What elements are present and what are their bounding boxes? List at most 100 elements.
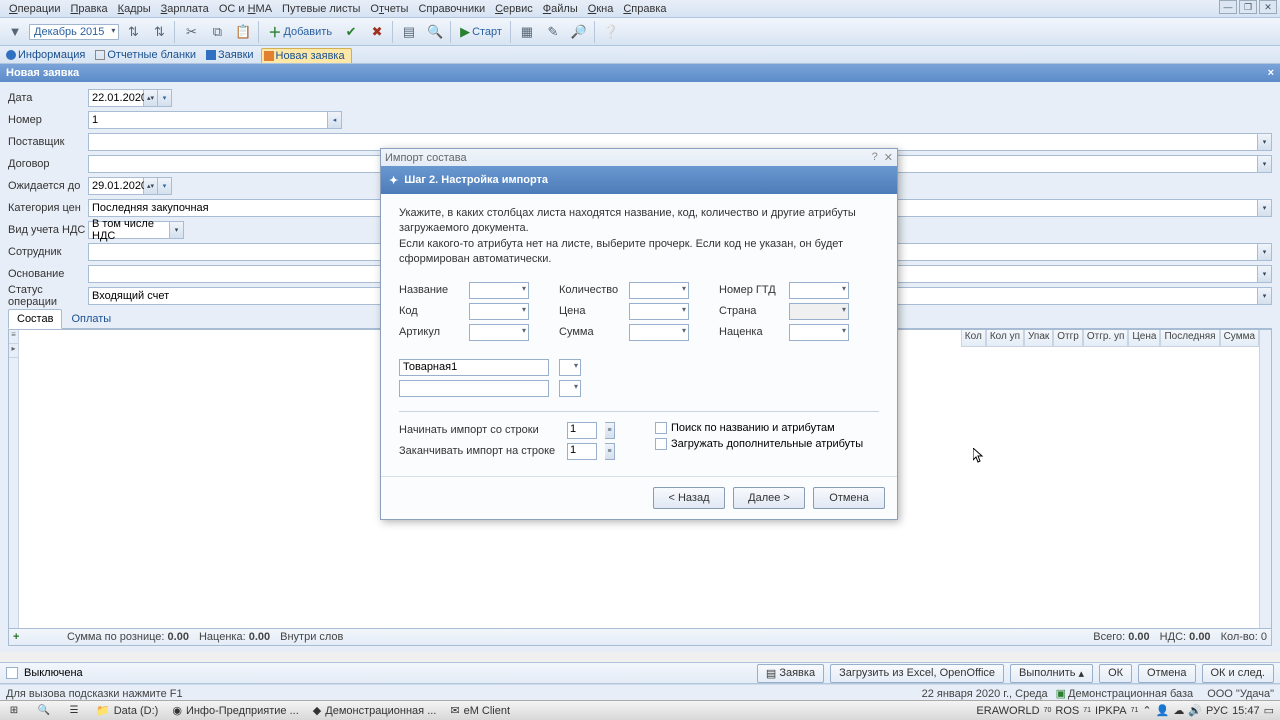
end-row-spinner[interactable]: ≡ [605, 443, 615, 460]
next-button[interactable]: Далее > [733, 487, 805, 509]
menu-waybills[interactable]: Путевые листы [277, 2, 365, 16]
expected-spinner[interactable]: ▴▾ [144, 177, 158, 195]
menu-salary[interactable]: Зарплата [156, 2, 214, 16]
menu-help[interactable]: Справка [618, 2, 671, 16]
tab-requests[interactable]: Заявки [203, 47, 261, 63]
confirm-icon[interactable]: ✔ [339, 20, 363, 44]
menu-reports[interactable]: Отчеты [365, 2, 413, 16]
date-spinner[interactable]: ▴▾ [144, 89, 158, 107]
start-button[interactable]: ⊞ [0, 702, 28, 720]
start-row-input[interactable]: 1 [567, 422, 597, 439]
cancel-icon[interactable]: ✖ [365, 20, 389, 44]
grid-scrollbar[interactable] [1259, 330, 1271, 628]
menu-personnel[interactable]: Кадры [113, 2, 156, 16]
extra-attr-input-2[interactable] [399, 380, 549, 397]
number-refresh-icon[interactable]: ◂ [328, 111, 342, 129]
load-excel-button[interactable]: Загрузить из Excel, OpenOffice [830, 664, 1004, 683]
date-input[interactable]: 22.01.2020 [88, 89, 144, 107]
tray-people-icon[interactable]: 👤 [1156, 704, 1170, 717]
tab-new-request[interactable]: Новая заявка [261, 48, 352, 63]
document-close-button[interactable]: × [1268, 67, 1274, 79]
dialog-cancel-button[interactable]: Отмена [813, 487, 885, 509]
extra-attr-input-1[interactable]: Товарная1 [399, 359, 549, 376]
load-extra-checkbox[interactable] [655, 438, 667, 450]
tray-lang[interactable]: РУС [1206, 705, 1228, 717]
vat-dropdown[interactable]: ▾ [170, 221, 184, 239]
month-selector[interactable]: Декабрь 2015 [29, 24, 119, 40]
status-dropdown[interactable]: ▾ [1258, 287, 1272, 305]
help-icon[interactable]: ❔ [599, 20, 623, 44]
dialog-titlebar[interactable]: Импорт состава ?✕ [381, 149, 897, 166]
extra-attr-select-2[interactable] [559, 380, 581, 397]
tray-time[interactable]: 15:47 [1232, 705, 1260, 717]
basis-dropdown[interactable]: ▾ [1258, 265, 1272, 283]
taskview-icon[interactable]: ☰ [60, 702, 88, 720]
ok-button[interactable]: ОК [1099, 664, 1132, 683]
back-button[interactable]: < Назад [653, 487, 725, 509]
expected-input[interactable]: 29.01.2020 [88, 177, 144, 195]
menu-windows[interactable]: Окна [583, 2, 619, 16]
number-input[interactable]: 1 [88, 111, 328, 129]
doc-icon[interactable]: ▤ [397, 20, 421, 44]
gtd-column-select[interactable] [789, 282, 849, 299]
execute-button[interactable]: Выполнить▴ [1010, 664, 1093, 683]
menu-files[interactable]: Файлы [538, 2, 583, 16]
sum-column-select[interactable] [629, 324, 689, 341]
tab-report-forms[interactable]: Отчетные бланки [92, 47, 203, 63]
contract-dropdown[interactable]: ▾ [1258, 155, 1272, 173]
minimize-button[interactable]: ― [1219, 0, 1237, 14]
tray-notif-icon[interactable]: ▭ [1264, 704, 1274, 717]
dialog-close-icon[interactable]: ✕ [884, 151, 893, 164]
zoom-icon[interactable]: 🔎 [567, 20, 591, 44]
tray-cloud-icon[interactable]: ☁ [1173, 704, 1184, 717]
maximize-button[interactable]: ❐ [1239, 0, 1257, 14]
clipboard-icon[interactable]: ▦ [515, 20, 539, 44]
tab-information[interactable]: Информация [3, 47, 92, 63]
paste-icon[interactable]: 📋 [231, 20, 255, 44]
menu-assets[interactable]: ОС и НМА [214, 2, 277, 16]
tray-icon[interactable]: ⌃ [1142, 704, 1151, 717]
article-column-select[interactable] [469, 324, 529, 341]
markup-column-select[interactable] [789, 324, 849, 341]
close-button[interactable]: ✕ [1259, 0, 1277, 14]
pen-icon[interactable]: ✎ [541, 20, 565, 44]
search-by-name-checkbox[interactable] [655, 422, 667, 434]
price-column-select[interactable] [629, 303, 689, 320]
menu-edit[interactable]: Правка [65, 2, 112, 16]
sort-desc-icon[interactable]: ⇅ [147, 20, 171, 44]
menu-operations[interactable]: Операции [4, 2, 65, 16]
pricectg-dropdown[interactable]: ▾ [1258, 199, 1272, 217]
inner-tab-content[interactable]: Состав [8, 309, 62, 329]
start-row-spinner[interactable]: ≡ [605, 422, 615, 439]
search-icon[interactable]: 🔍 [423, 20, 447, 44]
tray-volume-icon[interactable]: 🔊 [1188, 704, 1202, 717]
ok-next-button[interactable]: ОК и след. [1202, 664, 1275, 683]
cut-icon[interactable]: ✂ [179, 20, 203, 44]
taskbar-demo[interactable]: ◆Демонстрационная ... [307, 702, 443, 720]
search-taskbar-icon[interactable]: 🔍 [30, 702, 58, 720]
disabled-checkbox[interactable] [6, 667, 18, 679]
start-button[interactable]: ▶Старт [455, 20, 507, 44]
supplier-dropdown[interactable]: ▾ [1258, 133, 1272, 151]
filter-icon[interactable]: ▼ [3, 20, 27, 44]
qty-column-select[interactable] [629, 282, 689, 299]
request-button[interactable]: ▤Заявка [757, 664, 824, 683]
menu-refs[interactable]: Справочники [413, 2, 490, 16]
inner-tab-payments[interactable]: Оплаты [62, 309, 120, 328]
employee-dropdown[interactable]: ▾ [1258, 243, 1272, 261]
taskbar-info[interactable]: ◉Инфо-Предприятие ... [166, 702, 304, 720]
grid-add-row-icon[interactable]: + [13, 631, 27, 643]
expected-calendar-icon[interactable]: ▾ [158, 177, 172, 195]
copy-icon[interactable]: ⧉ [205, 20, 229, 44]
extra-attr-select-1[interactable] [559, 359, 581, 376]
code-column-select[interactable] [469, 303, 529, 320]
date-calendar-icon[interactable]: ▾ [158, 89, 172, 107]
taskbar-emclient[interactable]: ✉eM Client [444, 702, 516, 720]
menu-service[interactable]: Сервис [490, 2, 538, 16]
add-button[interactable]: ＋Добавить [263, 20, 337, 44]
sort-asc-icon[interactable]: ⇅ [121, 20, 145, 44]
dialog-help-icon[interactable]: ? [872, 151, 878, 164]
name-column-select[interactable] [469, 282, 529, 299]
taskbar-data-d[interactable]: 📁Data (D:) [90, 702, 164, 720]
cancel-button[interactable]: Отмена [1138, 664, 1195, 683]
